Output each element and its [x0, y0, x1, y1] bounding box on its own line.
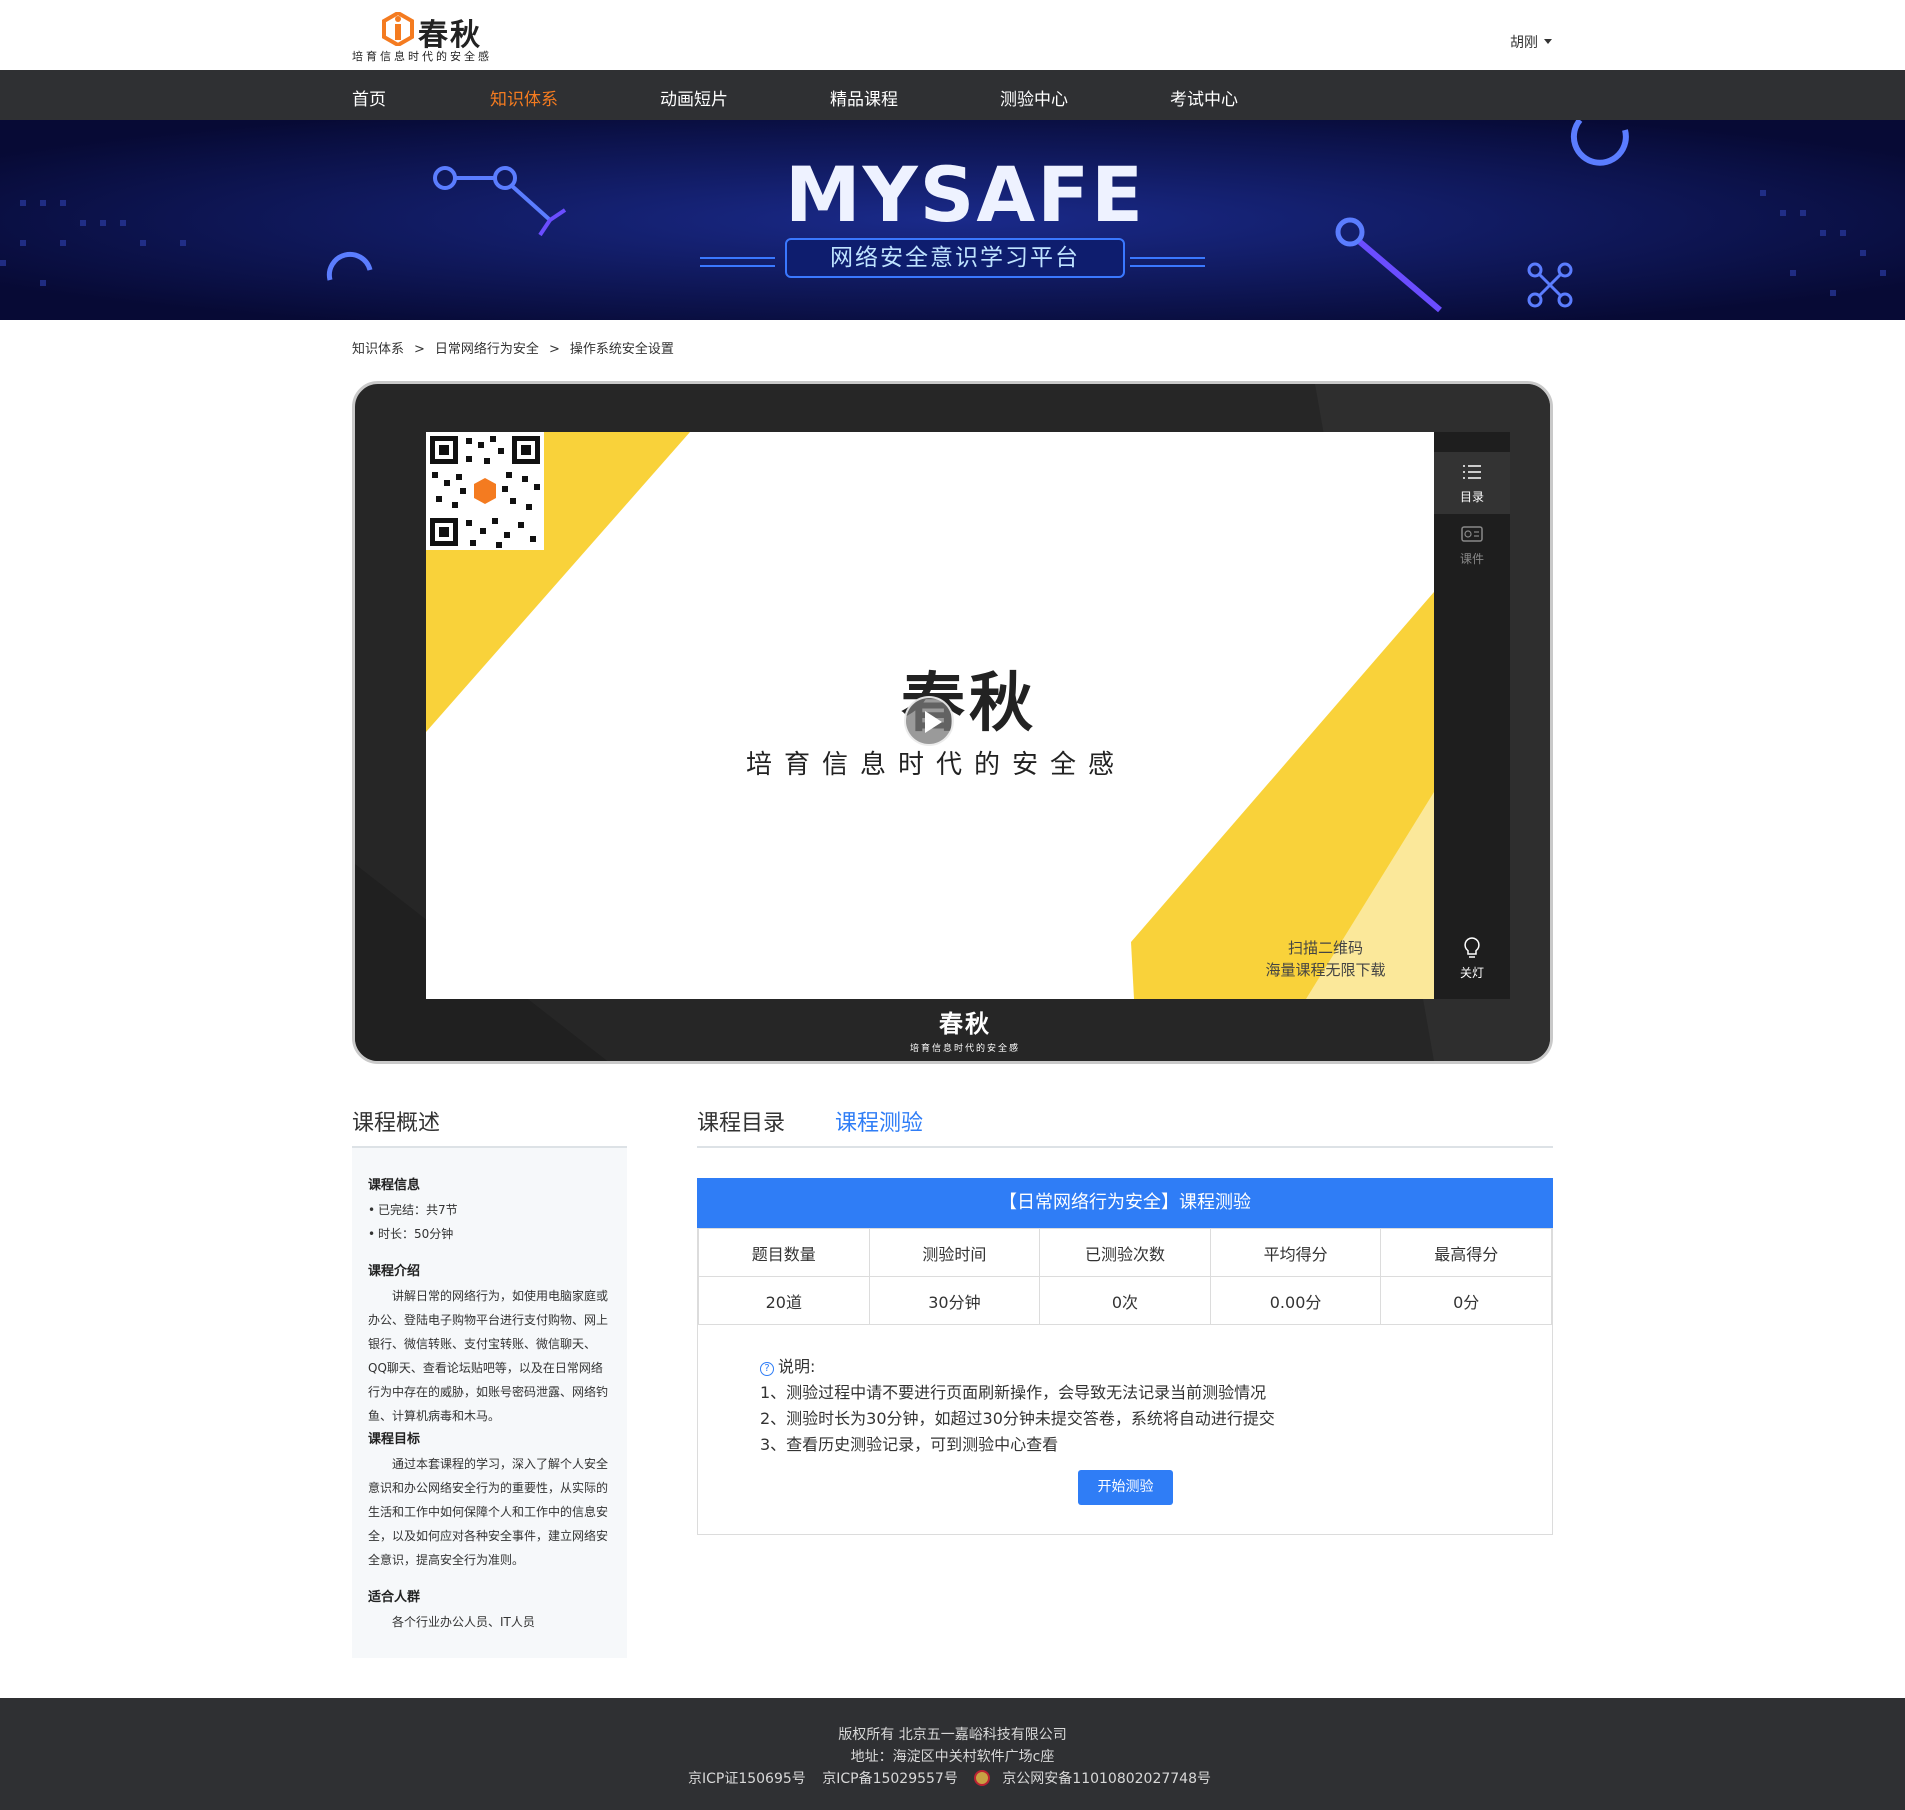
note-item: 1、测验过程中请不要进行页面刷新操作，会导致无法记录当前测验情况 [760, 1383, 1267, 1402]
player-side-panel: 目录 课件 关灯 [1434, 432, 1510, 999]
qr-caption: 扫描二维码 海量课程无限下载 [1238, 937, 1413, 981]
nav-exam-center[interactable]: 考试中心 [1170, 85, 1238, 110]
info-heading: 课程信息 [368, 1178, 421, 1193]
logo-mark-icon [382, 12, 414, 46]
footer-licenses: 京ICP证150695号 京ICP备15029557号 京公网安备1101080… [0, 1768, 1905, 1788]
value-best-score: 0分 [1380, 1276, 1552, 1325]
value-question-count: 20道 [698, 1276, 870, 1325]
player-footer-brand: 春秋 [939, 1010, 991, 1038]
footer-police-record[interactable]: 京公网安备11010802027748号 [974, 1770, 1217, 1787]
nav-knowledge[interactable]: 知识体系 [490, 85, 558, 110]
main-nav: 首页 知识体系 动画短片 精品课程 测验中心 考试中心 [0, 70, 1905, 120]
nav-animation[interactable]: 动画短片 [660, 85, 728, 110]
footer-copyright: 版权所有 北京五一嘉峪科技有限公司 [838, 1727, 1067, 1743]
police-badge-icon [974, 1770, 991, 1786]
site-footer: 版权所有 北京五一嘉峪科技有限公司 地址：海淀区中关村软件广场c座 京ICP证1… [0, 1698, 1905, 1810]
table-row: 20道 30分钟 0次 0.00分 0分 [698, 1276, 1552, 1325]
site-header: 春秋 培育信息时代的安全感 胡刚 [0, 0, 1905, 70]
play-icon[interactable] [904, 696, 954, 746]
footer-icp-license[interactable]: 京ICP证150695号 [688, 1771, 806, 1787]
quiz-title: 【日常网络行为安全】课程测验 [697, 1178, 1553, 1228]
player-footer-slogan: 培育信息时代的安全感 [909, 1044, 1020, 1054]
breadcrumb-item-daily[interactable]: 日常网络行为安全 [435, 342, 539, 357]
breadcrumb-separator: > [414, 342, 425, 357]
info-item-sections: 已完结：共7节 [368, 1198, 611, 1222]
note-heading: ? 说明: [760, 1354, 1275, 1380]
overview-panel: 课程信息 已完结：共7节 时长：50分钟 课程介绍 讲解日常的网络行为，如使用电… [352, 1148, 627, 1658]
audience-text: 各个行业办公人员、IT人员 [392, 1615, 535, 1629]
overview-title: 课程概述 [352, 1111, 441, 1136]
video-screen[interactable]: 春秋 培育信息时代的安全感 扫描二维码 海量课程无限下载 [426, 432, 1434, 999]
start-quiz-button[interactable]: 开始测验 [1078, 1470, 1173, 1505]
intro-text: 讲解日常的网络行为，如使用电脑家庭或办公、登陆电子购物平台进行支付购物、网上银行… [368, 1289, 609, 1423]
catalog-label: 目录 [1459, 490, 1484, 504]
footer-address: 地址：海淀区中关村软件广场c座 [850, 1749, 1055, 1765]
catalog-button[interactable]: 目录 [1434, 452, 1510, 514]
banner-title: MYSAFE [785, 150, 1146, 239]
nav-home[interactable]: 首页 [352, 85, 386, 110]
qr-caption-line2: 海量课程无限下载 [1265, 961, 1386, 979]
goal-heading: 课程目标 [368, 1432, 421, 1447]
quiz-panel: 【日常网络行为安全】课程测验 题目数量 测验时间 已测验次数 平均得分 最高得分… [697, 1178, 1553, 1535]
breadcrumb-item-knowledge[interactable]: 知识体系 [352, 342, 404, 357]
breadcrumb-separator: > [548, 342, 560, 357]
qr-code-icon [426, 432, 544, 550]
list-icon [1463, 465, 1481, 479]
lights-off-label: 关灯 [1459, 966, 1484, 980]
nav-courses[interactable]: 精品课程 [830, 85, 898, 110]
col-question-count: 题目数量 [698, 1228, 870, 1277]
value-attempts: 0次 [1039, 1276, 1211, 1325]
logo-slogan: 培育信息时代的安全感 [352, 50, 492, 63]
banner-subtitle: 网络安全意识学习平台 [785, 238, 1125, 278]
col-attempts: 已测验次数 [1039, 1228, 1211, 1277]
help-icon: ? [760, 1362, 774, 1376]
caret-down-icon [1544, 38, 1552, 44]
courseware-icon [1461, 526, 1483, 542]
info-item-duration: 时长：50分钟 [368, 1222, 611, 1246]
qr-caption-line1: 扫描二维码 [1287, 939, 1363, 957]
user-name: 胡刚 [1510, 35, 1538, 51]
nav-quiz-center[interactable]: 测验中心 [1000, 85, 1068, 110]
tab-quiz[interactable]: 课程测验 [835, 1105, 923, 1137]
lightbulb-icon [1464, 937, 1480, 958]
video-player: 春秋 培育信息时代的安全感 扫描二维码 海量课程无限下载 目录 课件 关灯 春秋… [352, 381, 1553, 1064]
col-best-score: 最高得分 [1380, 1228, 1552, 1277]
courseware-label: 课件 [1459, 552, 1484, 566]
note-item: 3、查看历史测验记录，可到测验中心查看 [760, 1435, 1059, 1454]
col-quiz-time: 测验时间 [868, 1228, 1041, 1277]
note-item: 2、测验时长为30分钟，如超过30分钟未提交答卷，系统将自动进行提交 [760, 1409, 1275, 1428]
tab-catalog[interactable]: 课程目录 [697, 1105, 785, 1137]
table-header-row: 题目数量 测验时间 已测验次数 平均得分 最高得分 [698, 1228, 1552, 1277]
user-menu[interactable]: 胡刚 [1510, 32, 1552, 52]
footer-icp-record[interactable]: 京ICP备15029557号 [822, 1771, 958, 1787]
lights-off-button[interactable]: 关灯 [1434, 928, 1510, 990]
tabs-divider [697, 1146, 1553, 1148]
hero-banner: MYSAFE 网络安全意识学习平台 [0, 120, 1905, 320]
audience-heading: 适合人群 [368, 1590, 421, 1605]
col-average-score: 平均得分 [1209, 1228, 1382, 1277]
player-footer-logo: 春秋 培育信息时代的安全感 [895, 1004, 1035, 1054]
site-logo[interactable]: 春秋 培育信息时代的安全感 [352, 8, 532, 66]
note-label: 说明: [778, 1357, 816, 1376]
quiz-stats-table: 题目数量 测验时间 已测验次数 平均得分 最高得分 20道 30分钟 0次 0.… [698, 1228, 1552, 1325]
quiz-notes: ? 说明: 1、测验过程中请不要进行页面刷新操作，会导致无法记录当前测验情况 2、… [760, 1354, 1275, 1458]
intro-heading: 课程介绍 [368, 1264, 421, 1279]
goal-text: 通过本套课程的学习，深入了解个人安全意识和办公网络安全行为的重要性，从实际的生活… [368, 1457, 609, 1567]
breadcrumb-item-current: 操作系统安全设置 [569, 342, 674, 357]
value-average-score: 0.00分 [1209, 1276, 1382, 1325]
slide-slogan: 培育信息时代的安全感 [745, 750, 1126, 780]
breadcrumb: 知识体系 > 日常网络行为安全 > 操作系统安全设置 [352, 338, 674, 357]
footer-police-text: 京公网安备11010802027748号 [1002, 1771, 1211, 1787]
value-quiz-time: 30分钟 [868, 1276, 1041, 1325]
courseware-button[interactable]: 课件 [1434, 514, 1510, 576]
